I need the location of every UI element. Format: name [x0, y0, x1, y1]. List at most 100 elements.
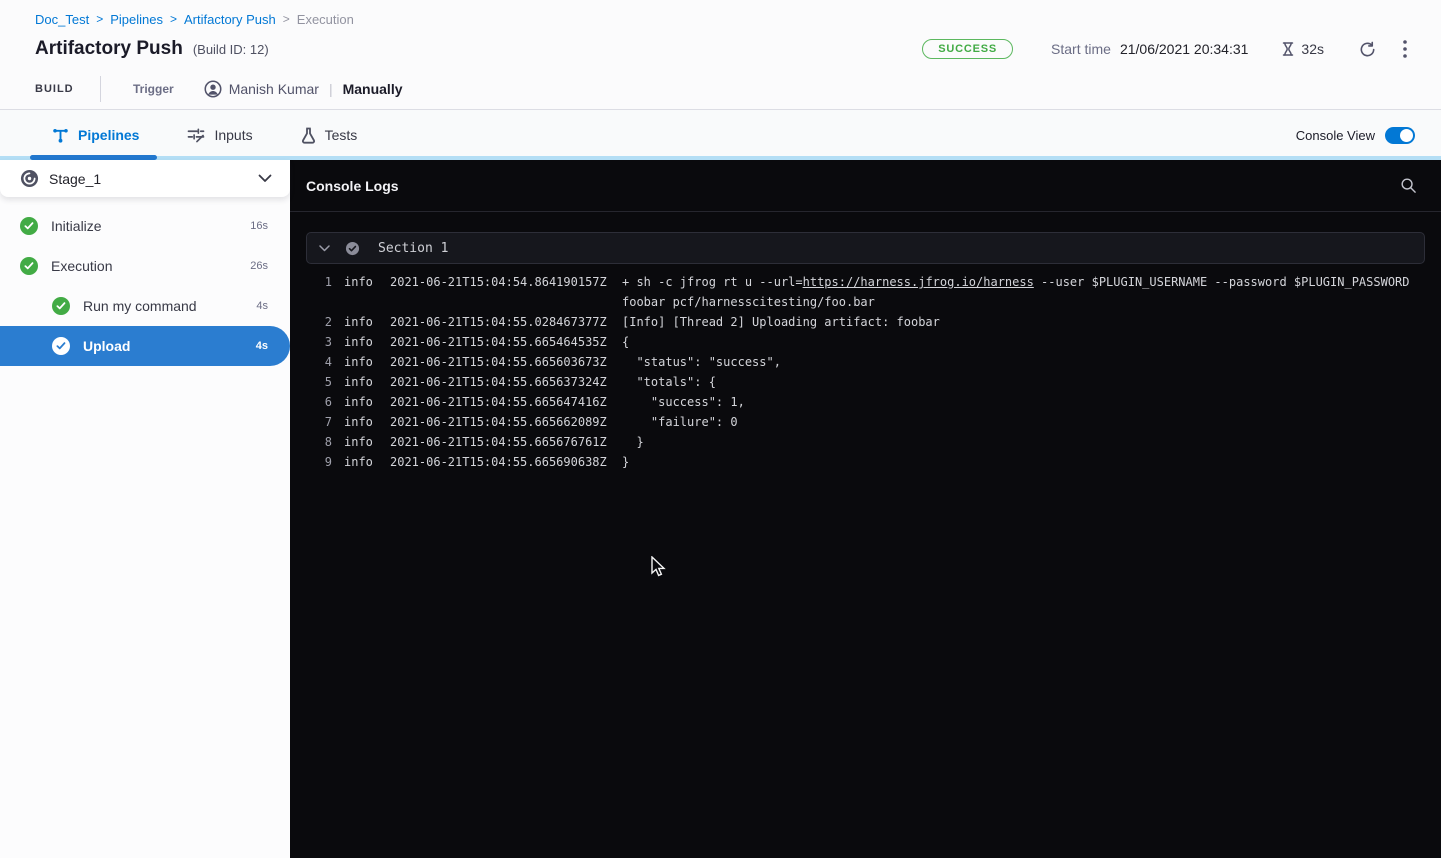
- section-title: Section 1: [378, 241, 448, 256]
- console-view-label: Console View: [1296, 128, 1375, 143]
- log-line-number: 7: [306, 412, 332, 432]
- log-timestamp: 2021-06-21T15:04:55.665676761Z: [390, 432, 610, 452]
- trigger-user: Manish Kumar: [204, 80, 319, 98]
- log-message: }: [622, 452, 1425, 472]
- refresh-icon: [1358, 40, 1377, 59]
- elapsed-duration: 32s: [1280, 41, 1324, 57]
- log-line-number: 6: [306, 392, 332, 412]
- log-line-number: 2: [306, 312, 332, 332]
- log-timestamp: 2021-06-21T15:04:55.028467377Z: [390, 312, 610, 332]
- log-timestamp: 2021-06-21T15:04:55.665690638Z: [390, 452, 610, 472]
- log-message: + sh -c jfrog rt u --url=https://harness…: [622, 272, 1425, 312]
- user-avatar-icon: [204, 80, 222, 98]
- log-message: "success": 1,: [622, 392, 1425, 412]
- step-row-execution[interactable]: Execution 26s: [0, 246, 290, 286]
- tab-bar: Pipelines Inputs Tests Console View: [0, 110, 1441, 160]
- log-timestamp: 2021-06-21T15:04:55.665647416Z: [390, 392, 610, 412]
- log-message: "failure": 0: [622, 412, 1425, 432]
- inputs-icon: [187, 127, 205, 143]
- log-row: 8 info 2021-06-21T15:04:55.665676761Z }: [306, 432, 1425, 452]
- toggle-knob: [1400, 129, 1413, 142]
- start-time-label: Start time: [1051, 41, 1111, 57]
- log-message: }: [622, 432, 1425, 452]
- refresh-button[interactable]: [1354, 36, 1381, 63]
- log-line-number: 1: [306, 272, 332, 292]
- kebab-menu-icon: [1403, 40, 1407, 58]
- stage-selector[interactable]: Stage_1: [0, 160, 290, 197]
- log-message: {: [622, 332, 1425, 352]
- log-search-button[interactable]: [1396, 173, 1421, 198]
- content-area: Stage_1 Initialize 16s Execution 26s Run…: [0, 160, 1441, 858]
- log-section-header[interactable]: Section 1: [306, 232, 1425, 264]
- pipe-separator: |: [329, 81, 333, 97]
- app-root: Doc_Test>Pipelines>Artifactory Push>Exec…: [0, 0, 1441, 858]
- stage-name: Stage_1: [49, 171, 258, 187]
- build-meta-row: BUILD Trigger Manish Kumar | Manually: [35, 74, 1411, 104]
- breadcrumb-item[interactable]: Pipelines: [110, 12, 163, 27]
- breadcrumb: Doc_Test>Pipelines>Artifactory Push>Exec…: [35, 10, 1411, 28]
- step-duration: 4s: [256, 340, 268, 352]
- log-level: info: [344, 272, 376, 292]
- step-duration: 4s: [256, 300, 268, 312]
- search-icon: [1400, 177, 1417, 194]
- console-panel: Console Logs: [290, 160, 1441, 858]
- tab-inputs[interactable]: Inputs: [187, 110, 252, 160]
- log-link[interactable]: https://harness.jfrog.io/harness: [803, 275, 1034, 289]
- elapsed-value: 32s: [1301, 41, 1324, 57]
- build-id-label: (Build ID: 12): [193, 42, 269, 57]
- log-level: info: [344, 312, 376, 332]
- console-body: Section 1 1 info 2021-06-21T15:04:54.864…: [290, 212, 1441, 858]
- title-group: Artifactory Push (Build ID: 12): [35, 38, 269, 60]
- log-message: "totals": {: [622, 372, 1425, 392]
- log-row: 9 info 2021-06-21T15:04:55.665690638Z }: [306, 452, 1425, 472]
- trigger-mode: Manually: [343, 81, 403, 97]
- user-name: Manish Kumar: [229, 81, 319, 97]
- step-row-initialize[interactable]: Initialize 16s: [0, 206, 290, 246]
- tests-icon: [301, 127, 316, 144]
- step-label: Run my command: [83, 298, 256, 314]
- tab-tests[interactable]: Tests: [301, 110, 358, 160]
- stage-icon: [20, 169, 39, 188]
- tab-pipelines[interactable]: Pipelines: [52, 110, 139, 160]
- console-title: Console Logs: [306, 178, 399, 194]
- step-row-run-my-command[interactable]: Run my command 4s: [0, 286, 290, 326]
- log-message: "status": "success",: [622, 352, 1425, 372]
- section-chevron-down-icon[interactable]: [319, 245, 330, 252]
- log-row: 2 info 2021-06-21T15:04:55.028467377Z [I…: [306, 312, 1425, 332]
- hourglass-icon: [1280, 41, 1296, 57]
- step-label: Upload: [83, 338, 256, 354]
- log-line-number: 5: [306, 372, 332, 392]
- success-check-icon: [20, 217, 38, 235]
- breadcrumb-item[interactable]: Doc_Test: [35, 12, 89, 27]
- console-header: Console Logs: [290, 160, 1441, 212]
- trigger-label: Trigger: [133, 82, 174, 96]
- log-timestamp: 2021-06-21T15:04:55.665637324Z: [390, 372, 610, 392]
- breadcrumb-item: Execution: [297, 12, 354, 27]
- breadcrumb-item[interactable]: Artifactory Push: [184, 12, 276, 27]
- build-type-label: BUILD: [35, 83, 100, 95]
- step-duration: 16s: [250, 220, 268, 232]
- log-lines: 1 info 2021-06-21T15:04:54.864190157Z + …: [306, 272, 1425, 472]
- log-level: info: [344, 352, 376, 372]
- log-message: [Info] [Thread 2] Uploading artifact: fo…: [622, 312, 1425, 332]
- status-group: SUCCESS Start time 21/06/2021 20:34:31 3…: [922, 36, 1411, 63]
- breadcrumb-separator: >: [96, 12, 103, 26]
- log-row: 4 info 2021-06-21T15:04:55.665603673Z "s…: [306, 352, 1425, 372]
- chevron-down-icon[interactable]: [258, 174, 272, 183]
- console-view-toggle[interactable]: [1385, 127, 1415, 144]
- log-timestamp: 2021-06-21T15:04:55.665603673Z: [390, 352, 610, 372]
- log-line-number: 4: [306, 352, 332, 372]
- log-line-number: 9: [306, 452, 332, 472]
- log-line-number: 3: [306, 332, 332, 352]
- console-view-control: Console View: [1296, 127, 1415, 144]
- log-line-number: 8: [306, 432, 332, 452]
- log-level: info: [344, 452, 376, 472]
- execution-header: Doc_Test>Pipelines>Artifactory Push>Exec…: [0, 0, 1441, 110]
- breadcrumb-separator: >: [170, 12, 177, 26]
- step-row-upload[interactable]: Upload 4s: [0, 326, 290, 366]
- more-options-button[interactable]: [1399, 36, 1411, 62]
- log-level: info: [344, 432, 376, 452]
- log-level: info: [344, 332, 376, 352]
- log-level: info: [344, 392, 376, 412]
- log-row: 1 info 2021-06-21T15:04:54.864190157Z + …: [306, 272, 1425, 312]
